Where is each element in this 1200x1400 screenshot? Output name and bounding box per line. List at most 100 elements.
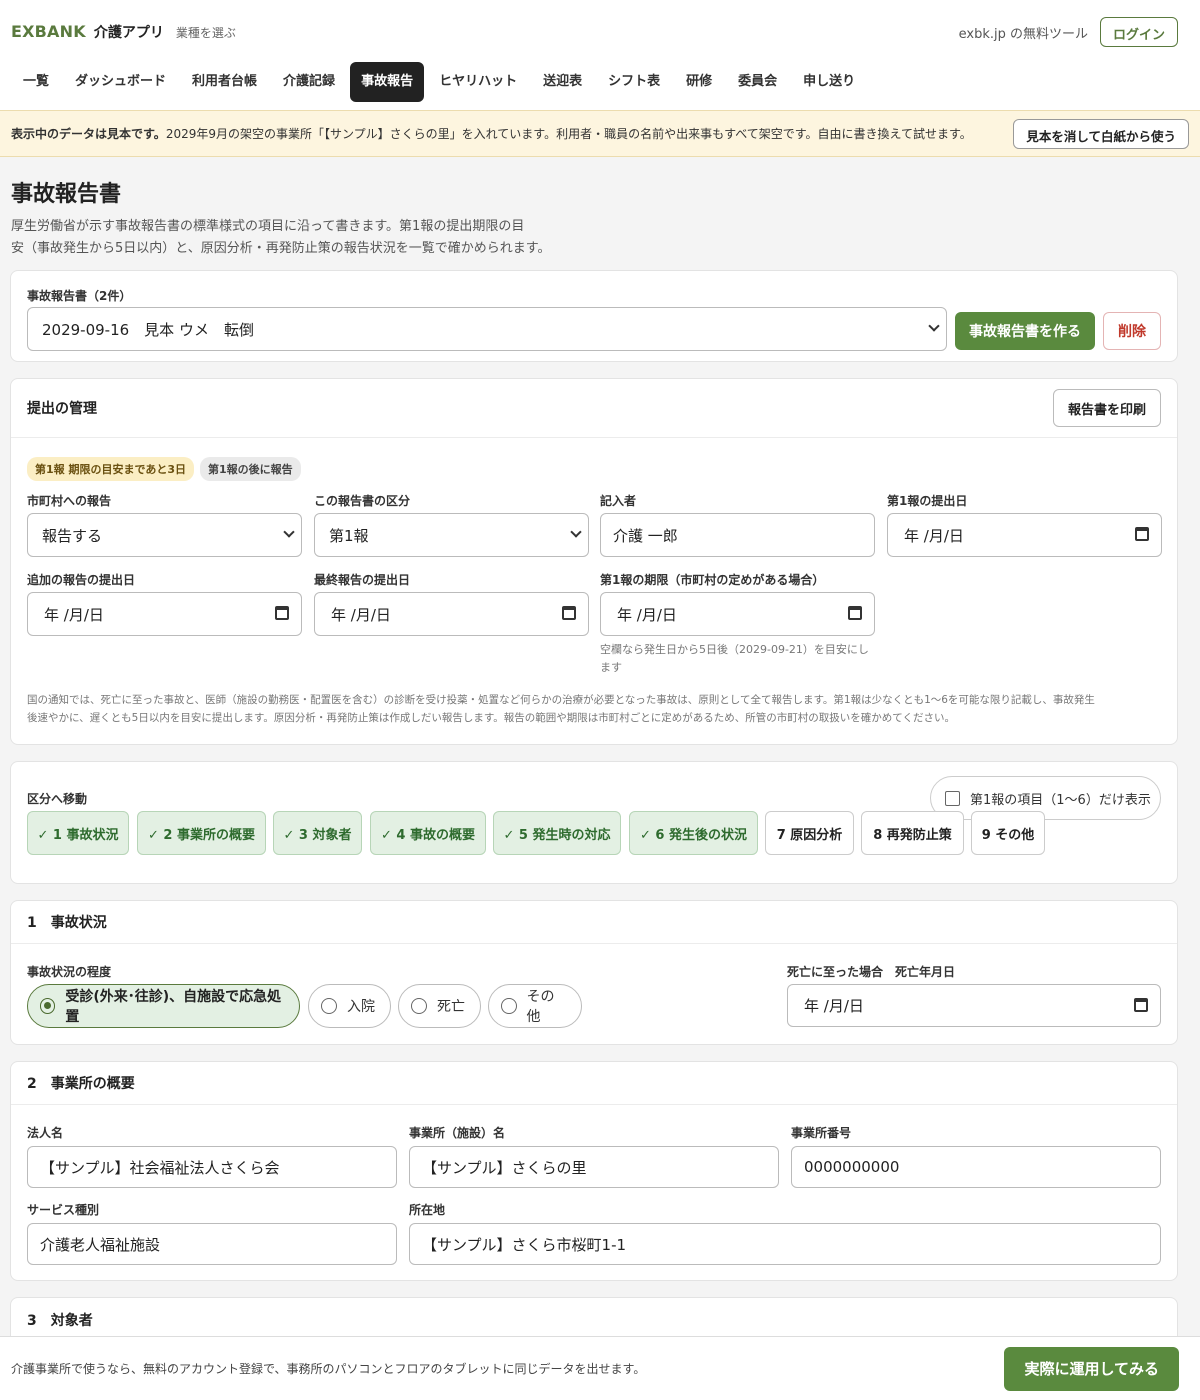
banner-bold: 表示中のデータは見本です。 (11, 127, 166, 141)
calendar-icon[interactable] (275, 606, 289, 620)
tab-transport[interactable]: 送迎表 (532, 62, 593, 102)
start-operation-button[interactable]: 実際に運用してみる (1004, 1346, 1179, 1391)
jump-title: 区分へ移動 (27, 792, 88, 806)
add-date-value: 年 /月/日 (44, 605, 104, 624)
first-date-input[interactable]: 年 /月/日 (887, 513, 1162, 557)
delete-report-button[interactable]: 削除 (1103, 312, 1161, 350)
service-type-input[interactable]: 介護老人福祉施設 (27, 1223, 397, 1265)
radio-outpatient-label: 受診(外来･往診)、自施設で応急処置 (65, 989, 282, 1025)
calendar-icon[interactable] (562, 606, 576, 620)
add-date-input[interactable]: 年 /月/日 (27, 592, 302, 636)
report-select-value: 2029-09-16 見本 ウメ 転倒 (42, 320, 254, 339)
calendar-icon[interactable] (1134, 998, 1148, 1012)
death-date-value: 年 /月/日 (804, 997, 864, 1015)
footer-cta-bar: 介護事業所で使うなら、無料のアカウント登録で、事務所のパソコンとフロアのタブレッ… (0, 1336, 1200, 1400)
tab-shift[interactable]: シフト表 (597, 62, 671, 102)
jump-sec-7[interactable]: 7 原因分析 (765, 811, 854, 855)
address-input[interactable]: 【サンプル】さくら市桜町1-1 (409, 1223, 1161, 1265)
tab-near-miss[interactable]: ヒヤリハット (428, 62, 528, 102)
jump-sec-3[interactable]: ✓ 3 対象者 (273, 811, 362, 855)
radio-other-label: その他 (526, 989, 555, 1025)
deadline-input[interactable]: 年 /月/日 (600, 592, 875, 636)
calendar-icon[interactable] (848, 606, 862, 620)
radio-hospitalized[interactable]: 入院 (308, 984, 391, 1028)
industry-picker-link[interactable]: 業種を選ぶ (176, 24, 236, 41)
kind-label: この報告書の区分 (314, 494, 411, 508)
chevron-down-icon (570, 526, 582, 538)
deadline-hint-line1: 空欄なら発生日から5日後（2029-09-21）を目安にし (600, 643, 869, 656)
jump-sec-2[interactable]: ✓ 2 事業所の概要 (137, 811, 266, 855)
corp-input[interactable]: 【サンプル】社会福祉法人さくら会 (27, 1146, 397, 1188)
section-3-header: 3 対象者 (11, 1298, 1177, 1341)
radio-outpatient[interactable]: 受診(外来･往診)、自施設で応急処置 (27, 984, 300, 1028)
toggle-label: 第1報の項目（1〜6）だけ表示 (970, 792, 1151, 808)
section-2-card: 2 事業所の概要 法人名 【サンプル】社会福祉法人さくら会 事業所（施設）名 【… (10, 1061, 1178, 1281)
jump-sec-6[interactable]: ✓ 6 発生後の状況 (629, 811, 758, 855)
chevron-down-icon (928, 320, 940, 332)
address-value: 【サンプル】さくら市桜町1-1 (422, 1235, 627, 1254)
page-desc-line2: 安（事故発生から5日以内）と、原因分析・再発防止策の報告状況を一覧で確かめられま… (11, 241, 551, 256)
page-header: 事故報告書 厚生労働省が示す事故報告書の標準様式の項目に沿って書きます。第1報の… (11, 176, 571, 260)
radio-other[interactable]: その他 (488, 984, 582, 1028)
degree-label: 事故状況の程度 (27, 965, 112, 979)
radio-selected-icon (40, 998, 56, 1014)
writer-input[interactable]: 介護 一郎 (600, 513, 875, 557)
app-name: 介護アプリ (93, 25, 164, 41)
jump-sec-9[interactable]: 9 その他 (971, 811, 1045, 855)
final-date-input[interactable]: 年 /月/日 (314, 592, 589, 636)
office-input[interactable]: 【サンプル】さくらの里 (409, 1146, 779, 1188)
print-report-button[interactable]: 報告書を印刷 (1052, 389, 1161, 427)
deadline-hint-line2: ます (600, 661, 622, 674)
tab-list[interactable]: 一覧 (12, 62, 60, 102)
report-kind-select[interactable]: 第1報 (314, 513, 589, 557)
report-select[interactable]: 2029-09-16 見本 ウメ 転倒 (27, 307, 947, 351)
first-date-value: 年 /月/日 (904, 526, 964, 545)
deadline-value: 年 /月/日 (617, 605, 677, 624)
jump-sec-4[interactable]: ✓ 4 事故の概要 (370, 811, 486, 855)
banner-body: 2029年9月の架空の事業所「【サンプル】さくらの里」を入れています。利用者・職… (165, 127, 972, 141)
tab-dashboard[interactable]: ダッシュボード (64, 62, 177, 102)
clear-sample-button[interactable]: 見本を消して白紙から使う (1013, 118, 1189, 149)
calendar-icon[interactable] (1135, 527, 1149, 541)
tab-accident-report[interactable]: 事故報告 (350, 62, 425, 102)
submission-card-header: 提出の管理 報告書を印刷 (11, 379, 1177, 438)
office-number-value: 0000000000 (804, 1158, 900, 1176)
municipal-select[interactable]: 報告する (27, 513, 302, 557)
deadline-label: 第1報の期限（市町村の定めがある場合） (600, 573, 825, 587)
tab-user-ledger[interactable]: 利用者台帳 (181, 62, 268, 102)
logo[interactable]: EXBANK (11, 22, 86, 41)
app-header: EXBANK 介護アプリ 業種を選ぶ exbk.jp の無料ツール ログイン 一… (0, 0, 1200, 110)
radio-death[interactable]: 死亡 (398, 984, 481, 1028)
jump-sec-1[interactable]: ✓ 1 事故状況 (27, 811, 129, 855)
corp-value: 【サンプル】社会福祉法人さくら会 (40, 1158, 280, 1177)
death-date-input[interactable]: 年 /月/日 (787, 984, 1161, 1027)
final-date-label: 最終報告の提出日 (314, 573, 411, 587)
jump-sec-8[interactable]: 8 再発防止策 (861, 811, 964, 855)
page-desc-line1: 厚生労働省が示す事故報告書の標準様式の項目に沿って書きます。第1報の提出期限の目 (11, 219, 525, 234)
sample-data-banner: 表示中のデータは見本です。2029年9月の架空の事業所「【サンプル】さくらの里」… (0, 110, 1200, 157)
footer-text: 介護事業所で使うなら、無料のアカウント登録で、事務所のパソコンとフロアのタブレッ… (11, 1362, 646, 1376)
create-report-button[interactable]: 事故報告書を作る (955, 312, 1095, 350)
office-label: 事業所（施設）名 (409, 1126, 506, 1140)
final-date-value: 年 /月/日 (331, 605, 391, 624)
radio-death-label: 死亡 (437, 999, 465, 1015)
service-type-label: サービス種別 (27, 1203, 100, 1217)
section-jump-card: 区分へ移動 第1報の項目（1〜6）だけ表示 ✓ 1 事故状況 ✓ 2 事業所の概… (10, 761, 1178, 884)
login-button[interactable]: ログイン (1099, 17, 1178, 47)
section-1-title: 1 事故状況 (27, 915, 107, 931)
notice-line2: 後速やかに、遅くとも5日以内を目安に提出します。原因分析・再発防止策は作成しだい… (27, 712, 955, 724)
radio-empty-icon (501, 998, 517, 1014)
tab-handover[interactable]: 申し送り (792, 62, 866, 102)
tab-training[interactable]: 研修 (675, 62, 723, 102)
jump-sec-5[interactable]: ✓ 5 発生時の対応 (493, 811, 621, 855)
kind-value: 第1報 (329, 526, 369, 545)
followup-badge: 第1報の後に報告 (200, 457, 301, 481)
tab-committee[interactable]: 委員会 (727, 62, 788, 102)
report-count-label: 事故報告書（2件） (27, 289, 132, 303)
tab-care-records[interactable]: 介護記録 (272, 62, 346, 102)
main-nav: 一覧 ダッシュボード 利用者台帳 介護記録 事故報告 ヒヤリハット 送迎表 シフ… (12, 62, 866, 102)
first-report-only-toggle[interactable]: 第1報の項目（1〜6）だけ表示 (930, 776, 1161, 820)
section-1-header: 1 事故状況 (11, 901, 1177, 944)
checkbox-icon[interactable] (945, 790, 960, 806)
office-number-input[interactable]: 0000000000 (791, 1146, 1161, 1188)
